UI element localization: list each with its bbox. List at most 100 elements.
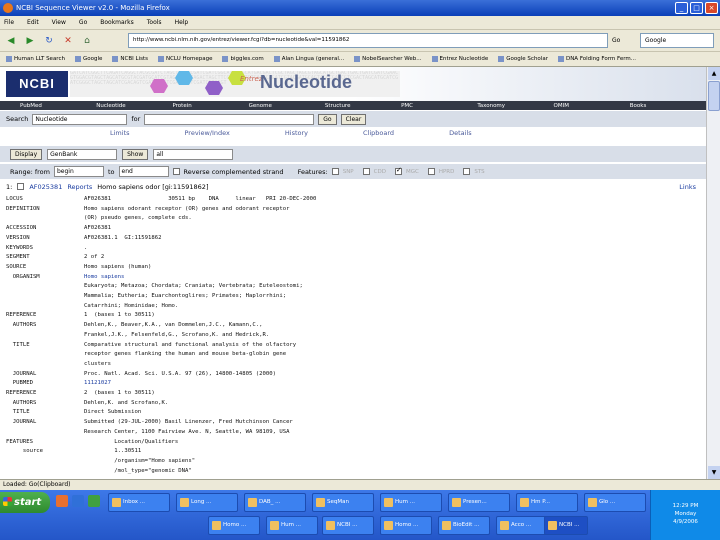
menu-view[interactable]: View [52, 19, 66, 26]
genbank-link[interactable]: 11121027 [84, 380, 111, 386]
quicklaunch-icon[interactable] [88, 495, 100, 507]
bookmark-item[interactable]: biggles.com [222, 56, 264, 62]
feature-mgc-checkbox[interactable] [394, 166, 402, 175]
taskbar-window-button[interactable]: Glo ... [584, 493, 646, 512]
taskbar-window-button[interactable]: BioEdit ... [438, 516, 490, 535]
minimize-button[interactable]: _ [675, 2, 688, 14]
reload-icon[interactable]: ↻ [42, 34, 56, 48]
bookmark-item[interactable]: Alan Lingua (general... [273, 56, 344, 62]
ncbi-logo[interactable]: NCBI [6, 71, 68, 97]
bookmark-icon [74, 56, 81, 62]
reports-link[interactable]: Reports [67, 183, 92, 191]
feature-sts-checkbox[interactable] [463, 168, 471, 175]
genbank-line: FEATURES Location/Qualifiers [6, 438, 686, 448]
links-link[interactable]: Links [679, 183, 696, 191]
db-link[interactable]: Nucleotide [96, 103, 172, 109]
genbank-key: FEATURES [6, 438, 33, 445]
db-link[interactable]: PubMed [20, 103, 96, 109]
scroll-thumb[interactable] [708, 81, 720, 111]
display-button[interactable]: Display [10, 148, 43, 160]
quicklaunch-icon[interactable] [72, 495, 84, 507]
db-link[interactable]: Genome [249, 103, 325, 109]
menu-edit[interactable]: Edit [27, 19, 39, 26]
feature-snp-checkbox[interactable] [331, 168, 339, 175]
bookmark-item[interactable]: NobelSearcher Web... [354, 56, 422, 62]
tab-limits[interactable]: Limits [110, 129, 130, 141]
record-checkbox[interactable] [17, 183, 25, 190]
bookmark-item[interactable]: Human LLT Search [6, 56, 65, 62]
app-icon [442, 521, 451, 530]
accession-link[interactable]: AF025381 [29, 183, 62, 191]
taskbar-window-button[interactable]: SeqMan [312, 493, 374, 512]
quicklaunch-icon[interactable] [56, 495, 68, 507]
taskbar-window-button[interactable]: Acco ... [496, 516, 548, 535]
tab-history[interactable]: History [285, 129, 308, 141]
vertical-scrollbar[interactable]: ▲ ▼ [706, 67, 720, 479]
db-link[interactable]: Structure [325, 103, 401, 109]
search-input[interactable] [144, 113, 315, 125]
range-from-input[interactable]: begin [53, 166, 104, 177]
database-select[interactable]: Nucleotide [32, 113, 128, 125]
taskbar-window-button[interactable]: Hm P... [516, 493, 578, 512]
home-icon[interactable]: ⌂ [80, 34, 94, 48]
feature-hprd-checkbox[interactable] [427, 168, 435, 175]
taskbar-window-button[interactable]: Homo ... [380, 516, 432, 535]
format-select[interactable]: GenBank [47, 148, 118, 160]
show-button[interactable]: Show [122, 148, 149, 160]
tab-preview-index[interactable]: Preview/Index [185, 129, 230, 141]
bookmark-icon [354, 56, 361, 62]
url-bar[interactable]: http://www.ncbi.nlm.nih.gov/entrez/viewe… [128, 33, 608, 48]
stop-icon[interactable]: ✕ [61, 34, 75, 48]
menu-go[interactable]: Go [79, 19, 87, 26]
bookmark-item[interactable]: Google Scholar [498, 56, 548, 62]
menu-tools[interactable]: Tools [147, 19, 162, 26]
clock-time[interactable]: 12:29 PM [651, 502, 720, 510]
taskbar-window-button[interactable]: Presen... [448, 493, 510, 512]
scroll-up-icon[interactable]: ▲ [708, 67, 720, 80]
bookmark-item[interactable]: NCBI Lists [112, 56, 148, 62]
taskbar-window-button[interactable]: DAB_ ... [244, 493, 306, 512]
db-link[interactable]: Books [630, 103, 706, 109]
db-link[interactable]: Taxonomy [477, 103, 553, 109]
taskbar-window-button[interactable]: Long ... [176, 493, 238, 512]
tab-clipboard[interactable]: Clipboard [363, 129, 394, 141]
taskbar-window-button[interactable]: Inbox ... [108, 493, 170, 512]
range-to-input[interactable]: end [118, 166, 169, 177]
menu-help[interactable]: Help [175, 19, 189, 26]
db-link[interactable]: PMC [401, 103, 477, 109]
go-button[interactable]: Go [612, 33, 634, 48]
feature-cdd-checkbox[interactable] [362, 168, 370, 175]
menu-bookmarks[interactable]: Bookmarks [100, 19, 134, 26]
genbank-link[interactable]: Homo sapiens [84, 274, 124, 280]
taskbar-window-button[interactable]: NCBI ... [544, 516, 588, 535]
taskbar-window-button[interactable]: Hum ... [266, 516, 318, 535]
bookmark-item[interactable]: Google [74, 56, 102, 62]
db-link[interactable]: Protein [172, 103, 248, 109]
genbank-key: TITLE [6, 341, 30, 348]
db-link[interactable]: OMIM [554, 103, 630, 109]
scroll-down-icon[interactable]: ▼ [708, 466, 720, 479]
menu-file[interactable]: File [4, 19, 14, 26]
genbank-value: AF026381.1 GI:11591862 [84, 234, 162, 241]
back-icon[interactable]: ◀ [4, 34, 18, 48]
taskbar-window-label: Long ... [191, 499, 212, 505]
start-button[interactable]: start [0, 492, 50, 513]
tab-details[interactable]: Details [449, 129, 472, 141]
close-button[interactable]: × [705, 2, 718, 14]
bookmark-item[interactable]: Entrez Nucleotide [431, 56, 488, 62]
taskbar-window-button[interactable]: NCBI ... [322, 516, 374, 535]
clear-button[interactable]: Clear [340, 113, 367, 125]
go-search-button[interactable]: Go [318, 113, 337, 125]
bookmark-item[interactable]: DNA Folding Form Ferm... [557, 56, 636, 62]
taskbar-window-button[interactable]: Hum ... [380, 493, 442, 512]
genbank-key: JOURNAL [6, 419, 37, 426]
reverse-strand-checkbox[interactable] [172, 168, 180, 175]
forward-icon[interactable]: ▶ [23, 34, 37, 48]
genbank-value: /organism="Homo sapiens" [84, 457, 196, 464]
browser-search-box[interactable]: Google [640, 33, 714, 48]
show-select[interactable]: all [153, 148, 234, 160]
taskbar-window-label: DAB_ ... [259, 499, 281, 505]
taskbar-window-button[interactable]: Homo ... [208, 516, 260, 535]
bookmark-item[interactable]: NCLU Homepage [157, 56, 212, 62]
maximize-button[interactable]: □ [690, 2, 703, 14]
